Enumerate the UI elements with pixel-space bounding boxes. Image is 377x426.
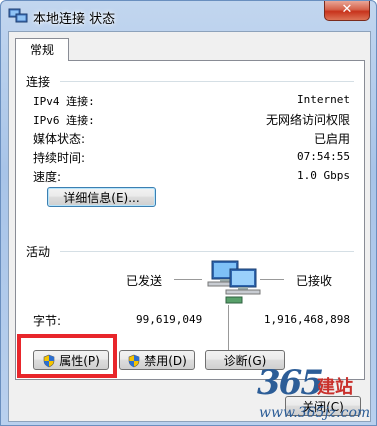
dialog-window: 本地连接 状态 ✕ 常规 连接 IPv4 连接: Internet IPv6 连… [0, 0, 377, 426]
bytes-received-value: 1,916,468,898 [263, 313, 350, 326]
sent-line [174, 279, 202, 280]
window-title: 本地连接 状态 [33, 12, 116, 27]
media-state-label: 媒体状态: [33, 132, 86, 146]
received-label: 已接收 [296, 274, 333, 288]
disable-label: 禁用(D) [144, 354, 187, 368]
duration-value: 07:54:55 [297, 150, 350, 163]
group-divider [60, 251, 354, 252]
close-icon[interactable]: ✕ [324, 1, 370, 21]
watermark-url: www.365jz.com [259, 405, 371, 421]
media-state-value: 已启用 [313, 132, 350, 146]
duration-label: 持续时间: [33, 151, 86, 165]
details-button[interactable]: 详细信息(E)... [47, 187, 156, 207]
ipv4-label: IPv4 连接: [33, 95, 95, 108]
tab-panel-general: 连接 IPv4 连接: Internet IPv6 连接: 无网络访问权限 媒体… [15, 60, 365, 380]
ipv4-value: Internet [297, 93, 350, 106]
sent-label: 已发送 [126, 274, 163, 288]
watermark-number: 365 [257, 363, 324, 403]
ipv6-value: 无网络访问权限 [265, 113, 350, 127]
tab-general[interactable]: 常规 [15, 38, 69, 61]
connection-heading: 连接 [26, 75, 51, 89]
title-bar[interactable]: 本地连接 状态 ✕ [1, 1, 376, 31]
speed-value: 1.0 Gbps [297, 169, 350, 182]
ipv6-label: IPv6 连接: [33, 114, 95, 127]
network-connection-icon [8, 8, 28, 23]
watermark-text: 建站 [317, 377, 353, 398]
bytes-sent-value: 99,619,049 [136, 313, 203, 326]
activity-divider [228, 305, 229, 353]
activity-heading: 活动 [26, 245, 51, 259]
network-computers-icon [207, 260, 261, 304]
group-divider [60, 81, 354, 82]
highlight-annotation [17, 334, 117, 378]
uac-shield-icon [128, 354, 140, 367]
bytes-label: 字节: [33, 314, 62, 328]
received-line [260, 279, 284, 280]
watermark-logo: 365 建站 www.365jz.com [251, 363, 376, 425]
disable-button[interactable]: 禁用(D) [119, 350, 195, 370]
speed-label: 速度: [33, 170, 62, 184]
